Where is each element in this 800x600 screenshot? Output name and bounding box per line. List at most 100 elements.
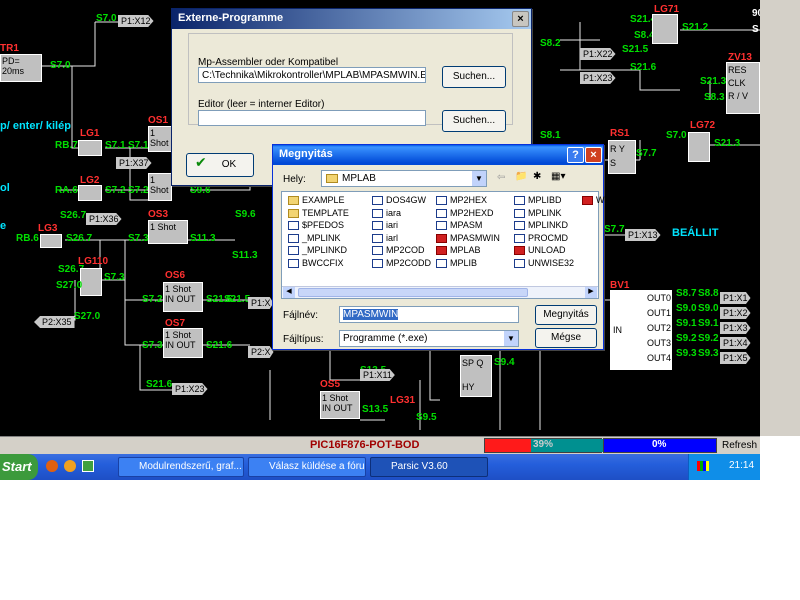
ok-button[interactable]: ✔ OK — [186, 153, 254, 177]
editor-path-field[interactable] — [198, 110, 426, 126]
file-item[interactable]: UNWISE32 — [514, 258, 574, 268]
port-tag[interactable]: P1:X23 — [172, 383, 208, 395]
horizontal-scrollbar[interactable]: ◀ ▶ — [282, 286, 598, 298]
file-item[interactable]: _MPLINK — [288, 233, 341, 243]
bitvector-block[interactable]: IN OUT0 OUT1 OUT2 OUT3 OUT4 — [610, 290, 672, 370]
search-button[interactable]: Suchen... — [442, 66, 506, 88]
scroll-left-icon[interactable]: ◀ — [283, 287, 295, 298]
back-icon[interactable]: ⇦ — [497, 172, 505, 183]
port-tag[interactable]: P1:X2 — [720, 307, 751, 319]
port-tag[interactable]: P1:X11 — [360, 369, 395, 381]
progress-blue-text: 0% — [652, 439, 667, 450]
firefox-icon[interactable] — [46, 460, 58, 472]
port-tag[interactable]: P1:X23 — [580, 72, 616, 84]
logic-gate[interactable] — [78, 140, 102, 156]
one-shot-block[interactable]: 1 Shot — [148, 220, 188, 244]
file-item[interactable]: BWCCFIX — [288, 258, 344, 268]
open-button[interactable]: Megnyitás — [535, 305, 597, 325]
file-item[interactable]: MPLINKD — [514, 220, 568, 230]
logic-gate[interactable] — [688, 132, 710, 162]
one-shot-block[interactable]: 1 Shot — [148, 126, 172, 152]
signal-label: S9.1 — [676, 318, 697, 329]
filetype-select[interactable]: Programme (*.exe) ▼ — [339, 330, 519, 347]
taskbar-item[interactable]: Válasz küldése a fóru... — [248, 457, 366, 477]
counter-block[interactable]: RES CLK R / V — [726, 62, 760, 114]
port-tag[interactable]: P1:X13 — [625, 229, 661, 241]
file-item[interactable]: MP2HEX — [436, 195, 487, 205]
port-tag[interactable]: P1:X — [248, 297, 274, 309]
file-item[interactable]: iarl — [372, 233, 398, 243]
port-tag[interactable]: P1:X3 — [720, 322, 751, 334]
logic-gate[interactable] — [652, 14, 678, 44]
refresh-button[interactable]: Refresh — [722, 440, 757, 451]
taskbar-item-active[interactable]: Parsic V3.60 — [370, 457, 488, 477]
port-tag[interactable]: P1:X12 — [118, 15, 154, 27]
chevron-down-icon[interactable]: ▼ — [504, 331, 518, 346]
port-tag[interactable]: P1:X37 — [116, 157, 152, 169]
file-item[interactable]: $PFEDOS — [288, 220, 344, 230]
new-folder-icon[interactable]: ✱ — [533, 171, 541, 182]
cancel-button[interactable]: Mégse — [535, 328, 597, 348]
filetype-value: Programme (*.exe) — [343, 333, 428, 344]
s-label: S — [610, 158, 617, 168]
app-icon[interactable] — [82, 460, 94, 472]
one-shot-block[interactable]: 1 Shot — [148, 173, 172, 201]
file-name: iara — [386, 207, 402, 218]
assembler-path-field[interactable]: C:\Technika\Mikrokontroller\MPLAB\MPASMW… — [198, 67, 426, 83]
file-item[interactable]: MPLINK — [514, 208, 562, 218]
port-tag[interactable]: P2:X35 — [34, 316, 75, 328]
one-shot-block[interactable]: 1 Shot IN OUT — [320, 391, 360, 419]
taskbar-item[interactable]: Modulrendszerű, graf... — [118, 457, 244, 477]
chevron-down-icon[interactable]: ▼ — [472, 171, 486, 186]
filename-field[interactable]: MPASMWIN — [339, 306, 519, 323]
file-item[interactable]: EXAMPLE — [288, 195, 345, 205]
port-tag[interactable]: P1:X5 — [720, 352, 751, 364]
file-item[interactable]: MPLIBD — [514, 195, 562, 205]
view-menu-icon[interactable]: ▦▾ — [551, 171, 565, 182]
file-item[interactable]: _MPLINKD — [288, 245, 347, 255]
up-folder-icon[interactable]: 📁 — [515, 171, 527, 182]
file-item[interactable]: iara — [372, 208, 401, 218]
close-icon[interactable]: × — [512, 11, 529, 27]
file-item[interactable]: MP2HEXD — [436, 208, 494, 218]
start-button[interactable]: Start — [0, 454, 38, 480]
file-item[interactable]: MPLIB — [436, 258, 477, 268]
file-list[interactable]: EXAMPLE TEMPLATE $PFEDOS _MPLINK _MPLINKD BWC… — [281, 191, 605, 299]
search-button-2[interactable]: Suchen... — [442, 110, 506, 132]
file-item[interactable]: iari — [372, 220, 398, 230]
file-item[interactable]: PROCMD — [514, 233, 568, 243]
port-tag[interactable]: P1:X36 — [86, 213, 122, 225]
file-name: iarl — [386, 232, 399, 243]
network-icon[interactable] — [697, 461, 709, 471]
port-tag[interactable]: P1:X22 — [580, 48, 616, 60]
close-icon[interactable]: × — [585, 147, 602, 163]
help-icon[interactable]: ? — [567, 147, 584, 163]
location-select[interactable]: MPLAB ▼ — [321, 170, 487, 187]
firefox-icon[interactable] — [64, 460, 76, 472]
file-item[interactable]: W — [582, 195, 605, 205]
file-item[interactable]: MPASMWIN — [436, 233, 500, 243]
port-tag[interactable]: P1:X4 — [720, 337, 751, 349]
in-label: IN — [165, 340, 174, 350]
file-item[interactable]: MPLAB — [436, 245, 481, 255]
rs-flipflop-block[interactable]: R YS — [608, 140, 636, 174]
port-tag[interactable]: P2:X — [248, 346, 274, 358]
logic-gate[interactable] — [78, 185, 102, 201]
scroll-thumb[interactable] — [298, 288, 528, 297]
file-item[interactable]: UNLOAD — [514, 245, 566, 255]
timer-block[interactable]: PD= 20ms — [0, 54, 42, 82]
file-item[interactable]: MPASM — [436, 220, 482, 230]
file-item[interactable]: TEMPLATE — [288, 208, 349, 218]
port-tag[interactable]: P1:X1 — [720, 292, 751, 304]
signal-label: RB.7 — [55, 140, 78, 151]
hysteresis-block[interactable]: SP Q HY — [460, 355, 492, 397]
one-shot-block[interactable]: 1 Shot IN OUT — [163, 328, 203, 358]
scroll-right-icon[interactable]: ▶ — [585, 287, 597, 298]
logic-gate[interactable] — [40, 234, 62, 248]
file-name: UNLOAD — [528, 245, 566, 255]
file-item[interactable]: MP2COD — [372, 245, 425, 255]
one-shot-block[interactable]: 1 Shot IN OUT — [163, 282, 203, 312]
file-item[interactable]: DOS4GW — [372, 195, 426, 205]
file-item[interactable]: MP2CODD — [372, 258, 431, 268]
logic-gate[interactable] — [80, 268, 102, 296]
